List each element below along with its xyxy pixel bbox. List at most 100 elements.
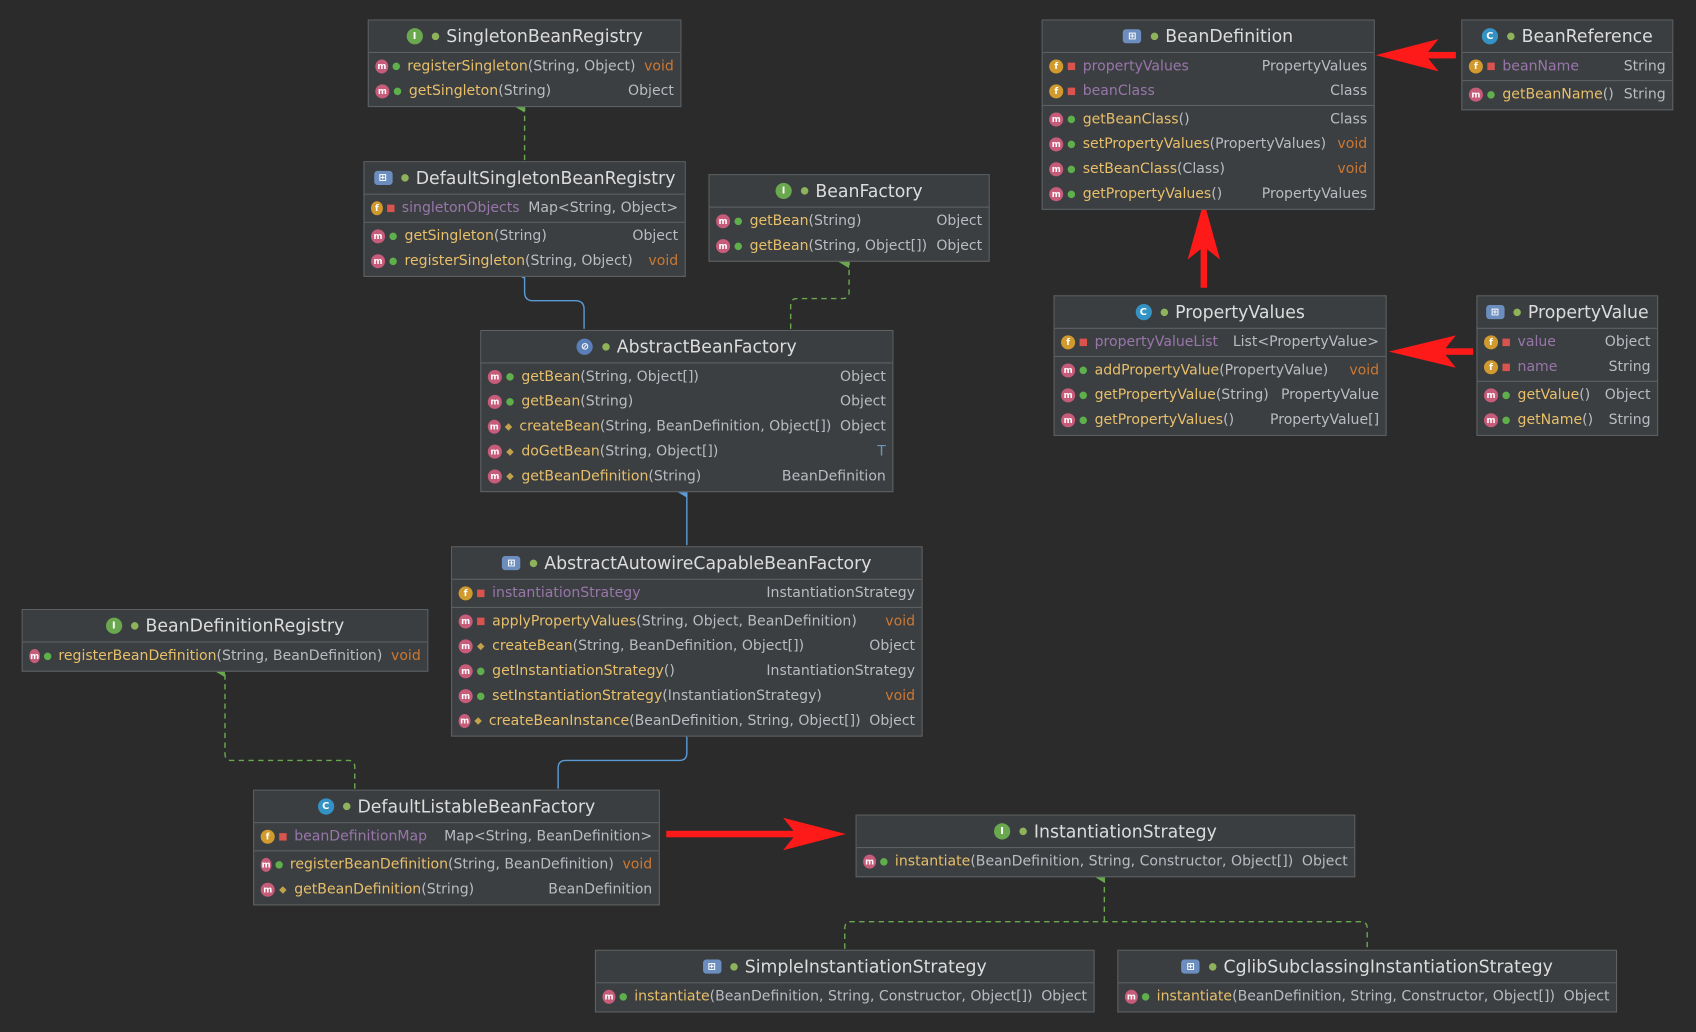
method-row[interactable]: m ● getBeanName() String	[1462, 82, 1672, 107]
class-title: SingletonBeanRegistry	[446, 25, 643, 47]
field-row[interactable]: f ■ beanDefinitionMap Map<String, BeanDefin…	[254, 824, 659, 849]
class-box[interactable]: I ● BeanFactory m ● getBean (String) Object m ● ge…	[708, 174, 990, 262]
method-icon: m	[1061, 388, 1076, 403]
method-row[interactable]: m ● instantiate (BeanDefinition, String, Co…	[1118, 984, 1616, 1009]
method-row[interactable]: m ■ applyPropertyValues (String, Object, Be…	[452, 609, 921, 634]
member-type: PropertyValues	[1261, 186, 1368, 203]
method-row[interactable]: m ● getSingleton (String) Object	[365, 224, 685, 249]
class-box[interactable]: ⊘ ● AbstractBeanFactory m ● getBean (String, O…	[480, 329, 894, 493]
method-row[interactable]: m ● getPropertyValues() PropertyValue[]	[1055, 408, 1386, 433]
method-row[interactable]: m ● setBeanClass (Class) void	[1043, 157, 1374, 182]
public-icon: ●	[342, 801, 351, 812]
member-params: (String, BeanDefinition, Object[])	[599, 418, 832, 435]
class-box[interactable]: ⊞ ● CglibSubclassingInstantiationStrategy m…	[1117, 949, 1618, 1013]
method-row[interactable]: m ● getBean (String) Object	[481, 389, 892, 414]
member-type: PropertyValues	[1261, 58, 1368, 75]
method-row[interactable]: m ● getPropertyValue (String) PropertyValue	[1055, 383, 1386, 408]
class-members: m ● getBean (String) Object m ● getBean (String,…	[710, 208, 989, 261]
member-type: void	[1349, 362, 1380, 379]
method-row[interactable]: m ● getValue() Object	[1478, 383, 1658, 408]
class-members: m ● registerSingleton (String, Object) void m…	[369, 53, 681, 106]
public-icon: ●	[1160, 306, 1169, 318]
class-box[interactable]: ⊞ ● PropertyValue f ■ value Object f ■ name String…	[1476, 295, 1659, 436]
class-box[interactable]: ⊞ ● DefaultSingletonBeanRegistry f ■ singleto…	[363, 161, 686, 277]
method-row[interactable]: m ● getBeanClass() Class	[1043, 107, 1374, 132]
member-type: List<PropertyValue>	[1232, 334, 1380, 351]
method-row[interactable]: m ● setPropertyValues (PropertyValues) void	[1043, 132, 1374, 157]
method-icon: m	[716, 239, 731, 254]
method-icon: m	[458, 713, 471, 729]
method-row[interactable]: m ● getSingleton (String) Object	[369, 79, 681, 104]
method-row[interactable]: m ● getPropertyValues() PropertyValues	[1043, 182, 1374, 207]
class-title: DefaultSingletonBeanRegistry	[415, 167, 676, 189]
member-type: Object	[869, 638, 916, 655]
class-box[interactable]: ⊞ ● BeanDefinition f ■ propertyValues Property…	[1041, 19, 1375, 210]
member-type: Object	[936, 213, 983, 230]
class-box[interactable]: ⊞ ● AbstractAutowireCapableBeanFactory f ■ in…	[451, 546, 923, 737]
class-members: f ■ propertyValueList List<PropertyValue> m ●…	[1054, 329, 1386, 435]
private-icon: ■	[1501, 336, 1511, 348]
field-row[interactable]: f ■ beanClass Class	[1043, 79, 1374, 104]
method-row[interactable]: m ◆ getBeanDefinition (String) BeanDefinitio…	[481, 464, 892, 489]
class-box[interactable]: I ● SingletonBeanRegistry m ● registerSinglet…	[367, 19, 682, 108]
field-row[interactable]: f ■ beanName String	[1462, 54, 1672, 79]
interface-icon: I	[994, 823, 1011, 840]
method-row[interactable]: m ● getBean (String, Object[]) Object	[710, 234, 989, 259]
field-row[interactable]: f ■ name String	[1478, 355, 1658, 380]
method-row[interactable]: m ● instantiate (BeanDefinition, String, Co…	[857, 849, 1355, 874]
class-members: m ● instantiate (BeanDefinition, String, Co…	[857, 848, 1355, 876]
public-icon: ●	[1078, 414, 1088, 426]
method-row[interactable]: m ● setInstantiationStrategy (Instantiation…	[452, 684, 921, 709]
field-row[interactable]: f ■ instantiationStrategy InstantiationStra…	[452, 581, 921, 606]
member-type: String	[1623, 58, 1666, 75]
method-row[interactable]: m ● registerBeanDefinition (String, BeanDef…	[254, 852, 659, 877]
member-params: (String)	[498, 83, 552, 100]
class-box[interactable]: I ● InstantiationStrategy m ● instantiate (Bea…	[855, 814, 1356, 878]
method-icon: m	[458, 664, 473, 679]
class-box[interactable]: C ● DefaultListableBeanFactory f ■ beanDefini…	[253, 789, 660, 906]
member-params: ()	[1223, 412, 1235, 429]
public-icon: ●	[505, 371, 515, 383]
method-row[interactable]: m ● registerSingleton (String, Object) void	[365, 249, 685, 274]
method-row[interactable]: m ● getBean (String, Object[]) Object	[481, 365, 892, 390]
class-box[interactable]: C ● PropertyValues f ■ propertyValueList List<…	[1053, 295, 1387, 436]
protected-icon: ◆	[474, 715, 482, 727]
field-row[interactable]: f ■ singletonObjects Map<String, Object>	[365, 196, 685, 221]
public-icon: ●	[1078, 365, 1088, 376]
member-type: BeanDefinition	[781, 468, 886, 485]
public-icon: ●	[1501, 389, 1511, 401]
member-name: getBeanName	[1502, 86, 1603, 103]
member-params: ()	[1211, 186, 1223, 203]
method-row[interactable]: m ◆ createBean (String, BeanDefinition, Obj…	[481, 414, 892, 439]
field-row[interactable]: f ■ propertyValueList List<PropertyValue>	[1055, 330, 1386, 355]
method-row[interactable]: m ● instantiate (BeanDefinition, String, Co…	[596, 984, 1094, 1009]
class-header: I ● InstantiationStrategy	[856, 815, 1355, 849]
method-row[interactable]: m ● getName() String	[1478, 408, 1658, 433]
public-icon: ●	[505, 396, 515, 408]
member-type: InstantiationStrategy	[766, 663, 916, 680]
class-box[interactable]: C ● BeanReference f ■ beanName String m ● getBean…	[1461, 19, 1674, 111]
member-type: Class	[1330, 83, 1368, 100]
method-row[interactable]: m ● registerSingleton (String, Object) void	[369, 54, 681, 79]
class-box[interactable]: I ● BeanDefinitionRegistry m ● registerBeanDe…	[21, 609, 429, 672]
method-row[interactable]: m ● addPropertyValue (PropertyValue) void	[1055, 358, 1386, 383]
class-box[interactable]: ⊞ ● SimpleInstantiationStrategy m ● instantia…	[594, 949, 1095, 1013]
field-row[interactable]: f ■ propertyValues PropertyValues	[1043, 54, 1374, 79]
member-name: createBeanInstance	[488, 712, 630, 730]
member-params: ()	[1178, 111, 1190, 128]
class-header: I ● BeanFactory	[709, 175, 989, 208]
public-icon: ●	[1506, 30, 1516, 42]
method-row[interactable]: m ● getBean (String) Object	[710, 209, 989, 234]
method-row[interactable]: m ● registerBeanDefinition (String, BeanDef…	[23, 644, 428, 669]
method-row[interactable]: m ◆ createBean (String, BeanDefinition, Obj…	[452, 634, 921, 659]
method-row[interactable]: m ◆ doGetBean (String, Object[]) T	[481, 439, 892, 464]
method-icon: m	[487, 444, 502, 459]
public-icon: ●	[391, 61, 401, 72]
divider	[254, 850, 659, 852]
method-row[interactable]: m ● getInstantiationStrategy() Instantiatio…	[452, 659, 921, 684]
field-row[interactable]: f ■ value Object	[1478, 330, 1658, 355]
public-icon: ●	[388, 230, 398, 242]
method-row[interactable]: m ◆ getBeanDefinition (String) BeanDefinitio…	[254, 877, 659, 902]
member-name: getPropertyValues	[1082, 186, 1212, 203]
method-row[interactable]: m ◆ createBeanInstance (BeanDefinition, Str…	[452, 709, 921, 734]
